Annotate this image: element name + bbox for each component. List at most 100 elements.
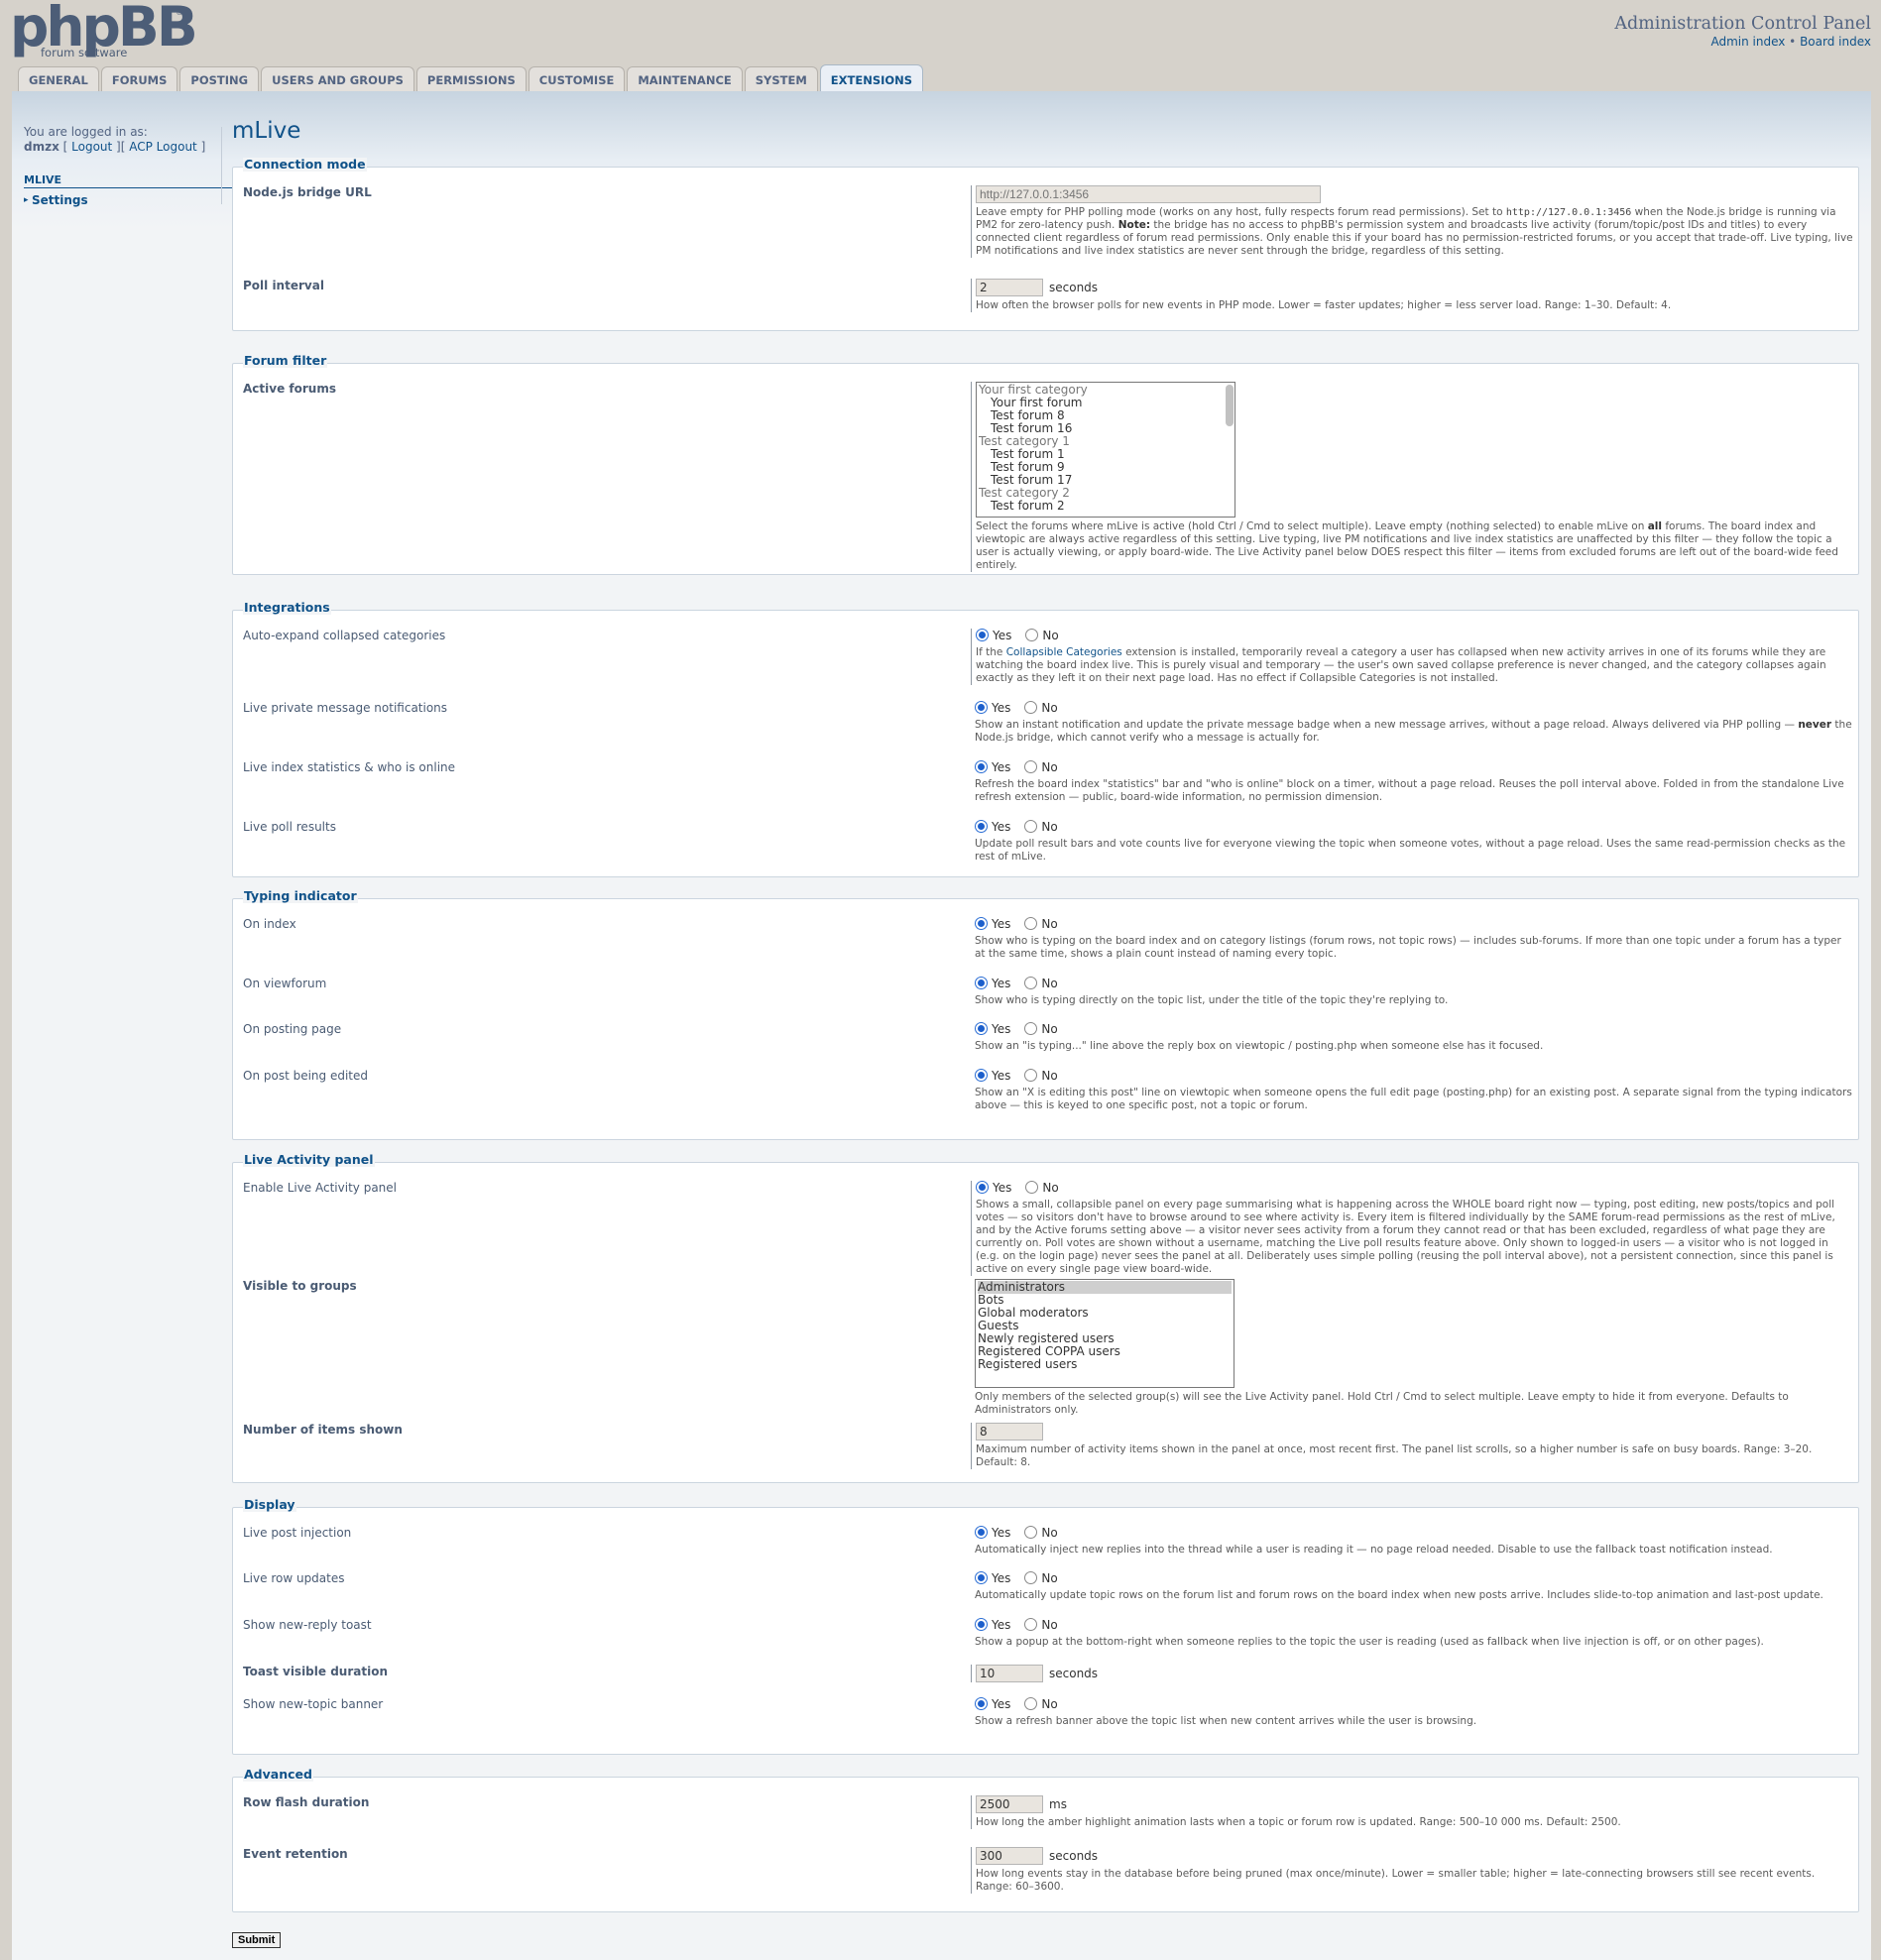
- reply-toast-yes-radio[interactable]: [975, 1618, 988, 1631]
- acp-title: Administration Control Panel: [1614, 14, 1871, 34]
- poll-interval-unit: seconds: [1049, 281, 1099, 294]
- auto-expand-label: Auto-expand collapsed categories: [243, 629, 446, 642]
- reply-toast-no-radio[interactable]: [1024, 1618, 1038, 1631]
- tab-system[interactable]: SYSTEM: [744, 66, 818, 92]
- toast-duration-input[interactable]: 10: [976, 1665, 1043, 1682]
- topic-banner-yes-radio[interactable]: [975, 1697, 988, 1710]
- typing-index-no-radio[interactable]: [1024, 917, 1038, 930]
- items-shown-label: Number of items shown: [243, 1423, 403, 1437]
- live-pm-radios: Yes No: [975, 701, 1853, 716]
- typing-edited-radios: Yes No: [975, 1069, 1853, 1084]
- live-polls-no-radio[interactable]: [1024, 820, 1038, 833]
- typing-posting-no-radio[interactable]: [1024, 1022, 1038, 1035]
- auto-expand-no-radio[interactable]: [1025, 629, 1039, 641]
- tab-forums[interactable]: FORUMS: [100, 66, 178, 92]
- row-updates-explain: Automatically update topic rows on the f…: [975, 1589, 1823, 1601]
- live-stats-yes-radio[interactable]: [975, 760, 988, 773]
- toast-duration-label: Toast visible duration: [243, 1665, 388, 1678]
- typing-edited-yes-radio[interactable]: [975, 1069, 988, 1082]
- tab-permissions[interactable]: PERMISSIONS: [415, 66, 527, 92]
- typing-viewforum-yes-radio[interactable]: [975, 977, 988, 989]
- sidebar-divider: [221, 127, 222, 204]
- live-pm-no-radio[interactable]: [1024, 701, 1038, 714]
- row-flash-input[interactable]: 2500: [976, 1795, 1043, 1813]
- sidebar-item-settings[interactable]: ▸ Settings: [24, 192, 232, 208]
- group-option[interactable]: Administrators: [978, 1281, 1232, 1294]
- legend-connection-mode: Connection mode: [243, 157, 367, 172]
- typing-index-radios: Yes No: [975, 917, 1853, 932]
- auto-expand-explain: If the Collapsible Categories extension …: [976, 646, 1826, 684]
- visible-groups-select[interactable]: Administrators Bots Global moderators Guest…: [975, 1279, 1234, 1388]
- post-injection-radios: Yes No: [975, 1526, 1853, 1541]
- admin-index-link[interactable]: Admin index: [1710, 35, 1785, 49]
- logged-in-user: dmzx [ Logout ][ ACP Logout ]: [24, 140, 206, 154]
- typing-edited-no-radio[interactable]: [1024, 1069, 1038, 1082]
- live-polls-radios: Yes No: [975, 820, 1853, 835]
- auto-expand-radios: Yes No: [976, 629, 1853, 643]
- topic-banner-label: Show new-topic banner: [243, 1697, 384, 1711]
- topic-banner-radios: Yes No: [975, 1697, 1853, 1712]
- poll-interval-input[interactable]: 2: [976, 279, 1043, 296]
- fieldset-live-activity: Live Activity panel Enable Live Activity…: [232, 1153, 1859, 1483]
- typing-viewforum-radios: Yes No: [975, 977, 1853, 991]
- post-injection-yes-radio[interactable]: [975, 1526, 988, 1539]
- typing-posting-yes-radio[interactable]: [975, 1022, 988, 1035]
- group-option[interactable]: Registered users: [978, 1358, 1232, 1371]
- typing-viewforum-explain: Show who is typing directly on the topic…: [975, 994, 1449, 1006]
- items-shown-input[interactable]: 8: [976, 1423, 1043, 1441]
- live-stats-explain: Refresh the board index "statistics" bar…: [975, 778, 1844, 803]
- bridge-url-input[interactable]: [976, 185, 1321, 203]
- fieldset-forum-filter: Forum filter Active forums Your first ca…: [232, 354, 1859, 575]
- active-forums-select[interactable]: Your first category Your first forum Test …: [976, 382, 1235, 518]
- bridge-url-label: Node.js bridge URL: [243, 185, 372, 199]
- activity-enable-yes-radio[interactable]: [976, 1181, 989, 1194]
- board-index-link[interactable]: Board index: [1800, 35, 1871, 49]
- typing-viewforum-no-radio[interactable]: [1024, 977, 1038, 989]
- auto-expand-yes-radio[interactable]: [976, 629, 989, 641]
- row-flash-explain: How long the amber highlight animation l…: [976, 1816, 1621, 1828]
- tab-maintenance[interactable]: MAINTENANCE: [627, 66, 743, 92]
- live-polls-label: Live poll results: [243, 820, 336, 834]
- typing-index-yes-radio[interactable]: [975, 917, 988, 930]
- row-updates-yes-radio[interactable]: [975, 1571, 988, 1584]
- phpbb-logo[interactable]: phpBB forum software ®: [10, 0, 198, 59]
- forum-option[interactable]: Test forum 2: [979, 500, 1233, 513]
- header-links: Admin index • Board index: [1710, 35, 1871, 49]
- logout-link[interactable]: Logout: [71, 140, 112, 154]
- legend-integrations: Integrations: [243, 600, 331, 615]
- live-pm-yes-radio[interactable]: [975, 701, 988, 714]
- post-injection-no-radio[interactable]: [1024, 1526, 1038, 1539]
- page-header: phpBB forum software ® Administration Co…: [0, 0, 1881, 92]
- page-title: mLive: [232, 118, 301, 144]
- event-retention-unit: seconds: [1049, 1849, 1099, 1863]
- arrow-right-icon: ▸: [24, 195, 29, 205]
- live-polls-yes-radio[interactable]: [975, 820, 988, 833]
- acp-tabs: GENERAL FORUMS POSTING USERS AND GROUPS …: [18, 64, 925, 92]
- legend-display: Display: [243, 1497, 296, 1512]
- tab-customise[interactable]: CUSTOMISE: [528, 66, 626, 92]
- scrollbar[interactable]: [1226, 385, 1234, 426]
- visible-groups-label: Visible to groups: [243, 1279, 357, 1293]
- tab-posting[interactable]: POSTING: [179, 66, 260, 92]
- tab-general[interactable]: GENERAL: [18, 66, 99, 92]
- fieldset-integrations: Integrations Auto-expand collapsed categ…: [232, 601, 1859, 877]
- activity-enable-no-radio[interactable]: [1025, 1181, 1039, 1194]
- tab-users-and-groups[interactable]: USERS AND GROUPS: [261, 66, 414, 92]
- collapsible-categories-link[interactable]: Collapsible Categories: [1006, 646, 1122, 658]
- event-retention-input[interactable]: 300: [976, 1847, 1043, 1865]
- fieldset-advanced: Advanced Row flash duration 2500 ms How l…: [232, 1768, 1859, 1912]
- fieldset-display: Display Live post injection Yes No Automa…: [232, 1498, 1859, 1755]
- typing-index-explain: Show who is typing on the board index an…: [975, 935, 1841, 960]
- acp-panel: You are logged in as: dmzx [ Logout ][ A…: [12, 91, 1871, 1960]
- acp-logout-link[interactable]: ACP Logout: [129, 140, 197, 154]
- legend-live-activity: Live Activity panel: [243, 1152, 375, 1167]
- live-stats-no-radio[interactable]: [1024, 760, 1038, 773]
- row-updates-no-radio[interactable]: [1024, 1571, 1038, 1584]
- row-updates-radios: Yes No: [975, 1571, 1853, 1586]
- tab-extensions[interactable]: EXTENSIONS: [819, 64, 924, 92]
- submit-button[interactable]: Submit: [232, 1932, 282, 1948]
- row-updates-label: Live row updates: [243, 1571, 345, 1585]
- active-forums-explain: Select the forums where mLive is active …: [976, 520, 1838, 571]
- bridge-url-explain: Leave empty for PHP polling mode (works …: [976, 206, 1853, 257]
- topic-banner-no-radio[interactable]: [1024, 1697, 1038, 1710]
